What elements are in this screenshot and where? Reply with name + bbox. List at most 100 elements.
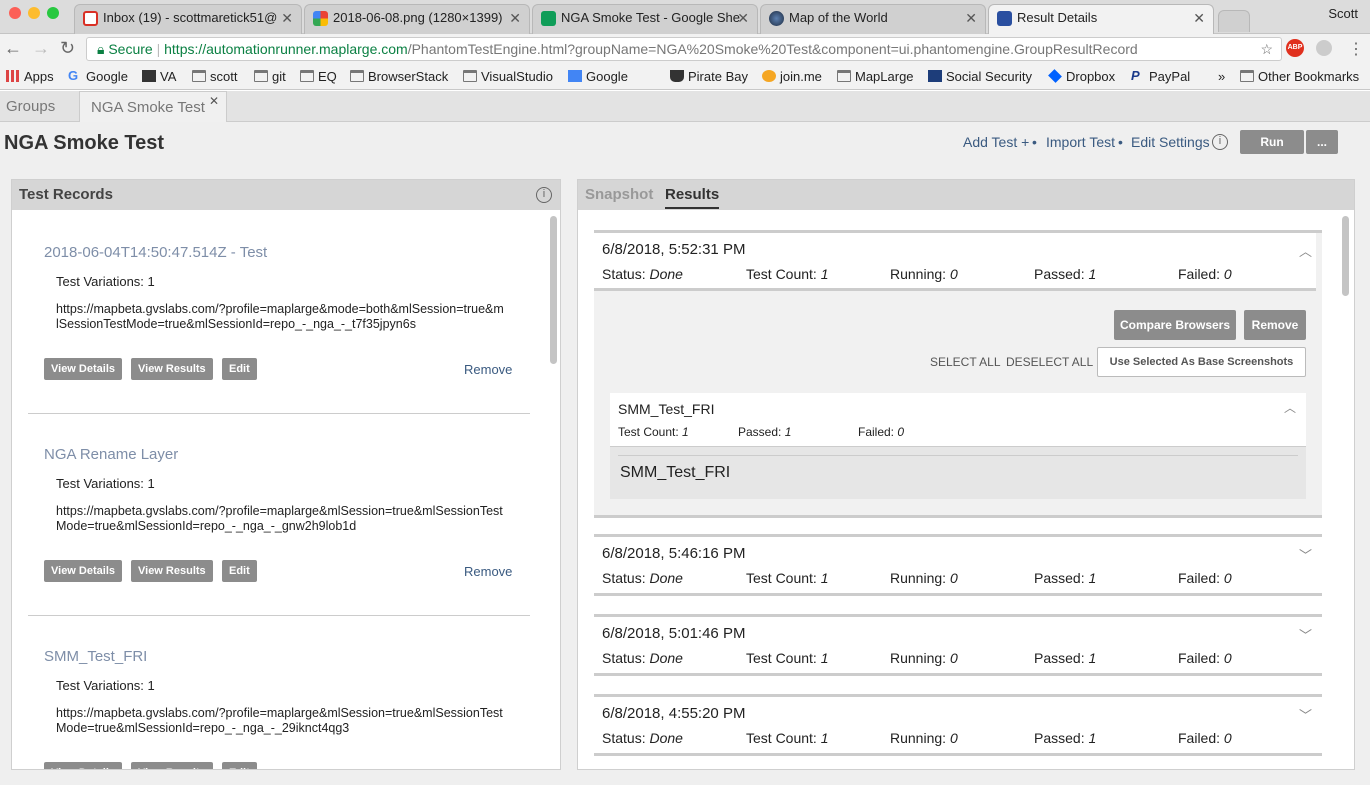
deselect-all-link[interactable]: DESELECT ALL xyxy=(1006,355,1093,369)
record-title[interactable]: NGA Rename Layer xyxy=(44,446,178,463)
bookmark-paypal[interactable]: P PayPal xyxy=(1131,68,1190,84)
tab-results[interactable]: Results xyxy=(665,183,720,209)
profile-name[interactable]: Scott xyxy=(1328,6,1358,21)
info-icon[interactable]: i xyxy=(536,187,552,203)
use-selected-base-button[interactable]: Use Selected As Base Screenshots xyxy=(1097,347,1306,377)
remove-result-button[interactable]: Remove xyxy=(1244,310,1306,340)
close-tab-icon[interactable]: ✕ xyxy=(965,5,977,31)
result-date: 6/8/2018, 5:46:16 PM xyxy=(602,545,746,562)
info-icon[interactable]: i xyxy=(1212,134,1228,150)
extension-icon[interactable] xyxy=(1316,40,1332,56)
scrollbar[interactable] xyxy=(1342,216,1349,296)
import-test-link[interactable]: Import Test xyxy=(1046,134,1115,150)
folder-icon xyxy=(1240,70,1254,82)
view-results-button[interactable]: View Results xyxy=(131,762,213,769)
select-all-link[interactable]: SELECT ALL xyxy=(930,355,1001,369)
edit-settings-link[interactable]: Edit Settings xyxy=(1131,134,1210,150)
result-item[interactable]: 6/8/2018, 5:52:31 PM ︿ Status: Done Test… xyxy=(594,230,1322,518)
sheets-icon xyxy=(541,11,556,26)
bookmark-va[interactable]: VA xyxy=(142,69,176,84)
tab-title: Result Details xyxy=(1017,10,1098,25)
close-tab-icon[interactable]: ✕ xyxy=(1193,5,1205,31)
add-test-link[interactable]: Add Test + xyxy=(963,134,1029,150)
close-window-button[interactable] xyxy=(9,7,21,19)
view-results-button[interactable]: View Results xyxy=(131,560,213,582)
maplarge-icon xyxy=(997,11,1012,26)
sub-result-header[interactable]: SMM_Test_FRI ︿ Test Count: 1 Passed: 1 F… xyxy=(610,393,1306,447)
run-button[interactable]: Run xyxy=(1240,130,1304,154)
edit-button[interactable]: Edit xyxy=(222,762,257,769)
adblock-icon[interactable]: ABP xyxy=(1286,39,1304,57)
edit-button[interactable]: Edit xyxy=(222,358,257,380)
chevron-down-icon[interactable]: ﹀ xyxy=(1299,625,1312,644)
browser-tab-result-details[interactable]: Result Details ✕ xyxy=(988,4,1214,35)
record-title[interactable]: SMM_Test_FRI xyxy=(44,648,147,665)
tab-title: Inbox (19) - scottmaretick51@ xyxy=(103,10,278,25)
bookmark-joinme[interactable]: join.me xyxy=(762,69,822,84)
chevron-up-icon[interactable]: ︿ xyxy=(1299,241,1312,260)
view-details-button[interactable]: View Details xyxy=(44,560,122,582)
menu-icon[interactable]: ⋮ xyxy=(1348,39,1364,59)
workspace: Test Records i 2018-06-04T14:50:47.514Z … xyxy=(0,164,1370,785)
bookmark-visualstudio[interactable]: VisualStudio xyxy=(463,69,553,84)
chevron-down-icon[interactable]: ﹀ xyxy=(1299,705,1312,724)
test-records-header: Test Records i xyxy=(12,180,560,210)
bookmark-browserstack[interactable]: BrowserStack xyxy=(350,69,448,84)
tab-groups[interactable]: Groups xyxy=(0,91,79,122)
record-title[interactable]: 2018-06-04T14:50:47.514Z - Test xyxy=(44,244,267,261)
scrollbar[interactable] xyxy=(550,216,557,364)
result-item[interactable]: 6/8/2018, 5:46:16 PM ﹀ Status: Done Test… xyxy=(594,534,1322,596)
edit-button[interactable]: Edit xyxy=(222,560,257,582)
new-tab-button[interactable] xyxy=(1218,10,1250,32)
browser-tab-map[interactable]: Map of the World ✕ xyxy=(760,4,986,34)
bookmark-git[interactable]: git xyxy=(254,69,286,84)
bookmark-apps[interactable]: Apps xyxy=(6,69,54,84)
back-icon[interactable]: ← xyxy=(4,38,22,59)
more-button[interactable]: ... xyxy=(1306,130,1338,154)
browser-tab-sheets[interactable]: NGA Smoke Test - Google She ✕ xyxy=(532,4,758,34)
folder-icon xyxy=(254,70,268,82)
result-item[interactable]: 6/8/2018, 4:55:20 PM ﹀ Status: Done Test… xyxy=(594,694,1322,756)
close-tab-icon[interactable]: ✕ xyxy=(509,5,521,31)
browser-tab-inbox[interactable]: Inbox (19) - scottmaretick51@ ✕ xyxy=(74,4,302,34)
folder-icon xyxy=(192,70,206,82)
maximize-window-button[interactable] xyxy=(47,7,59,19)
bookmark-google[interactable]: G Google xyxy=(68,68,128,84)
url-bar[interactable]: 🔒︎ Secure | https://automationrunner.map… xyxy=(86,37,1282,61)
close-tab-icon[interactable]: ✕ xyxy=(209,86,219,117)
bookmark-google-docs[interactable]: Google xyxy=(568,69,628,84)
divider xyxy=(28,615,530,616)
view-results-button[interactable]: View Results xyxy=(131,358,213,380)
bookmark-other[interactable]: Other Bookmarks xyxy=(1240,69,1359,84)
forward-icon[interactable]: → xyxy=(32,38,50,59)
close-tab-icon[interactable]: ✕ xyxy=(281,5,293,31)
view-details-button[interactable]: View Details xyxy=(44,358,122,380)
star-icon[interactable]: ☆ xyxy=(1260,38,1273,60)
reload-icon[interactable]: ↻ xyxy=(60,38,75,59)
bookmark-social-security[interactable]: Social Security xyxy=(928,69,1032,84)
compare-browsers-button[interactable]: Compare Browsers xyxy=(1114,310,1236,340)
ship-icon xyxy=(670,70,684,82)
chevron-up-icon[interactable]: ︿ xyxy=(1284,399,1296,416)
dropbox-icon xyxy=(1048,69,1062,83)
minimize-window-button[interactable] xyxy=(28,7,40,19)
tab-nga-smoke-test[interactable]: NGA Smoke Test ✕ xyxy=(79,91,227,122)
bookmark-dropbox[interactable]: Dropbox xyxy=(1048,69,1115,84)
bookmark-pirate-bay[interactable]: Pirate Bay xyxy=(670,69,748,84)
globe-icon xyxy=(769,11,784,26)
chevron-down-icon[interactable]: ﹀ xyxy=(1299,545,1312,564)
bookmark-eq[interactable]: EQ xyxy=(300,69,337,84)
bookmark-maplarge[interactable]: MapLarge xyxy=(837,69,914,84)
separator: • xyxy=(1118,134,1123,150)
url-host: https://automationrunner.maplarge.com xyxy=(164,41,408,57)
result-item[interactable]: 6/8/2018, 5:01:46 PM ﹀ Status: Done Test… xyxy=(594,614,1322,676)
tab-snapshot[interactable]: Snapshot xyxy=(585,180,653,210)
bookmark-scott[interactable]: scott xyxy=(192,69,237,84)
view-details-button[interactable]: View Details xyxy=(44,762,122,769)
bookmarks-overflow-button[interactable]: » xyxy=(1202,69,1225,84)
remove-link[interactable]: Remove xyxy=(464,362,512,377)
browser-tab-png[interactable]: 2018-06-08.png (1280×1399) ✕ xyxy=(304,4,530,34)
close-tab-icon[interactable]: ✕ xyxy=(737,5,749,31)
lock-icon: 🔒︎ xyxy=(97,41,105,57)
remove-link[interactable]: Remove xyxy=(464,564,512,579)
